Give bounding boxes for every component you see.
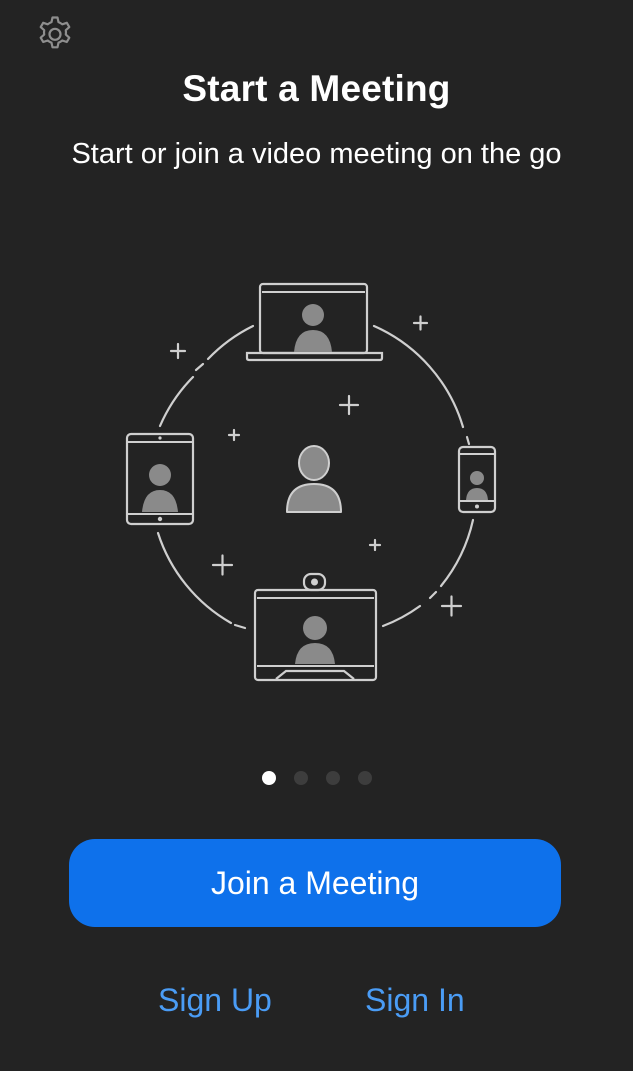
page-dot-4[interactable] <box>357 771 372 785</box>
page-dot-3[interactable] <box>325 771 340 785</box>
room-system-icon <box>253 572 378 682</box>
sign-in-link[interactable]: Sign In <box>365 982 465 1019</box>
sign-up-link[interactable]: Sign Up <box>158 982 272 1019</box>
page-subtitle: Start or join a video meeting on the go <box>71 138 562 170</box>
page-dot-2[interactable] <box>293 771 308 785</box>
page-dot-1[interactable] <box>261 771 276 785</box>
person-icon <box>286 445 342 513</box>
join-meeting-button[interactable]: Join a Meeting <box>69 839 561 927</box>
page-title: Start a Meeting <box>182 68 451 109</box>
laptop-icon <box>245 282 384 362</box>
page-indicator <box>0 771 633 785</box>
meeting-illustration <box>125 282 497 682</box>
settings-button[interactable] <box>33 14 77 58</box>
gear-icon <box>39 16 71 49</box>
start-screen: Start a Meeting Start or join a video me… <box>0 0 633 1071</box>
phone-icon <box>457 445 497 514</box>
tablet-icon <box>125 432 195 526</box>
